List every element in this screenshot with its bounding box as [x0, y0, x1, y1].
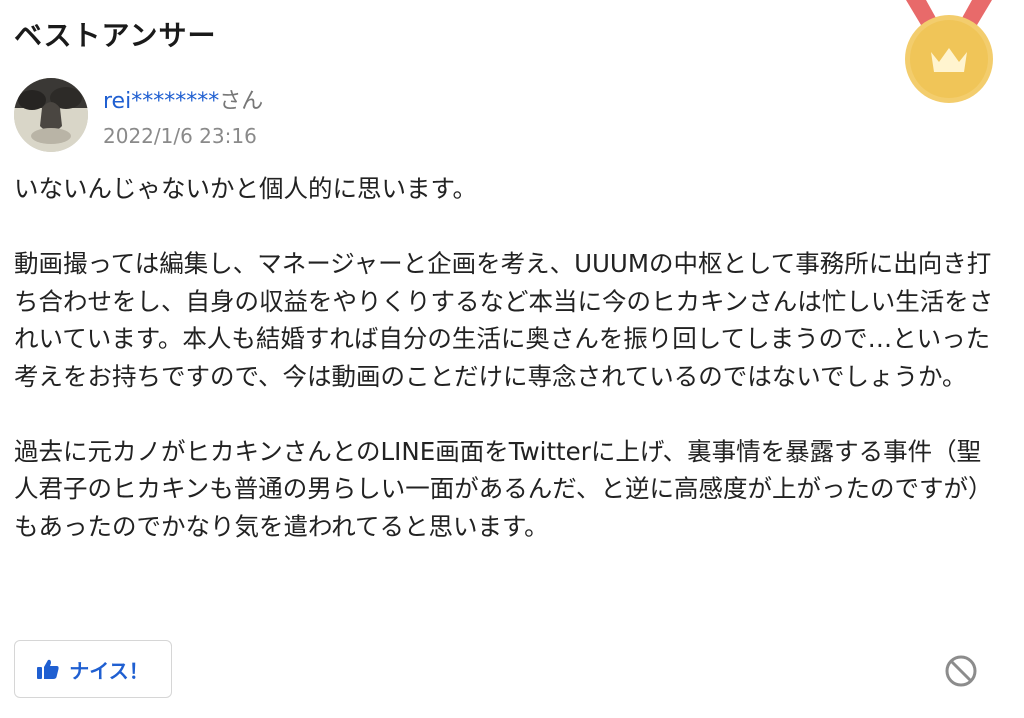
answer-paragraph: 過去に元カノがヒカキンさんとのLINE画面をTwitterに上げ、裏事情を暴露す…: [14, 436, 993, 541]
crown-medal-icon: [905, 0, 993, 103]
thumbs-up-icon: [37, 659, 59, 679]
author-line: rei********さん: [103, 83, 263, 115]
answer-paragraph: いないんじゃないかと個人的に思います。: [14, 174, 478, 203]
nice-button-label: ナイス！: [69, 658, 149, 683]
author-name[interactable]: rei********: [103, 89, 219, 114]
author-honorific: さん: [219, 89, 264, 114]
answer-body: いないんじゃないかと個人的に思います。 動画撮っては編集し、マネージャーと企画を…: [14, 170, 1004, 545]
block-icon[interactable]: [944, 654, 978, 688]
answer-paragraph: 動画撮っては編集し、マネージャーと企画を考え、UUUMの中枢として事務所に出向き…: [14, 249, 994, 391]
page-title: ベストアンサー: [14, 19, 217, 52]
avatar[interactable]: [14, 78, 88, 152]
nice-button[interactable]: ナイス！: [14, 640, 172, 698]
post-timestamp: 2022/1/6 23:16: [103, 124, 257, 148]
